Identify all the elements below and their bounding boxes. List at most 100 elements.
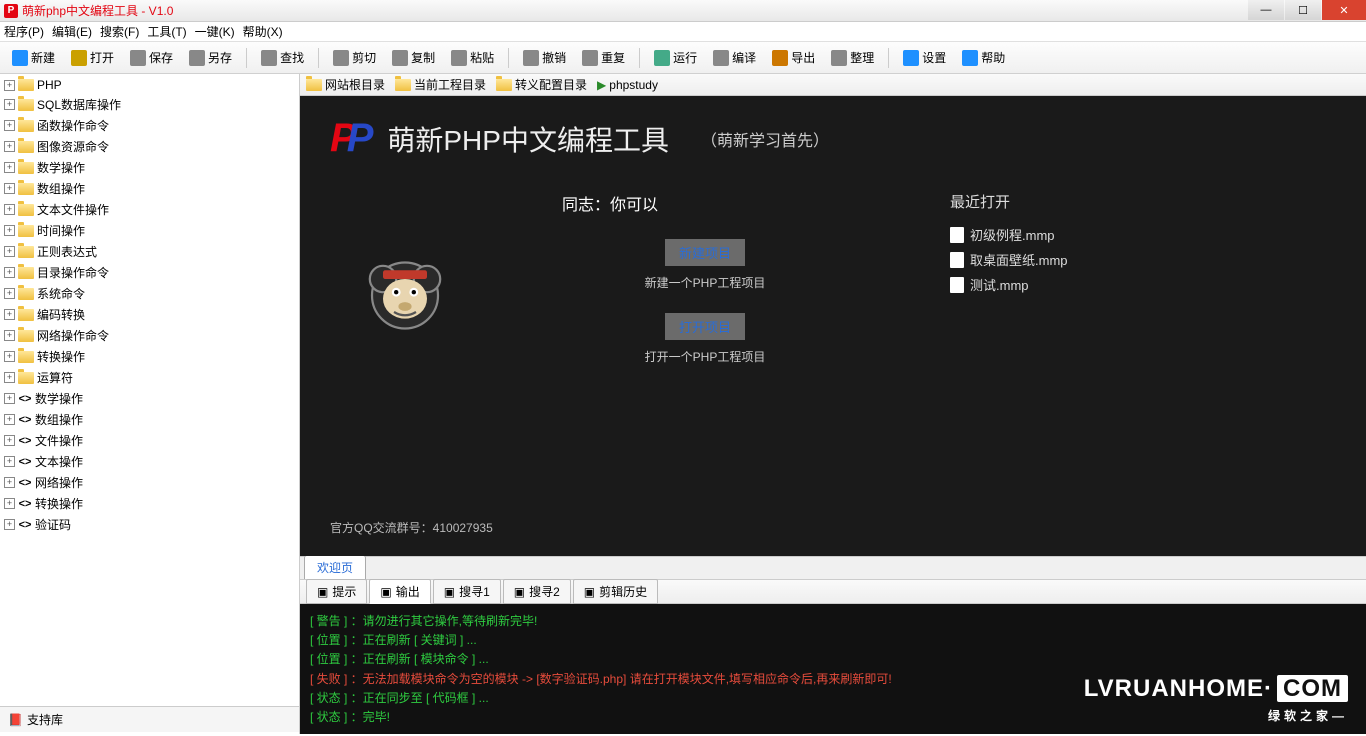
cut-button[interactable]: 剪切 bbox=[327, 46, 382, 69]
close-button[interactable]: ✕ bbox=[1322, 0, 1366, 20]
expander-icon[interactable]: + bbox=[4, 414, 15, 425]
path-item[interactable]: 当前工程目录 bbox=[395, 76, 486, 93]
folder-icon bbox=[496, 79, 512, 91]
tree-item[interactable]: +<>数学操作 bbox=[0, 388, 299, 409]
expander-icon[interactable]: + bbox=[4, 477, 15, 488]
tree-item[interactable]: +目录操作命令 bbox=[0, 262, 299, 283]
window-title: 萌新php中文编程工具 - V1.0 bbox=[22, 2, 1247, 19]
tree-item[interactable]: +转换操作 bbox=[0, 346, 299, 367]
tree-item[interactable]: +数学操作 bbox=[0, 157, 299, 178]
expander-icon[interactable]: + bbox=[4, 183, 15, 194]
new-button[interactable]: 新建 bbox=[6, 46, 61, 69]
expander-icon[interactable]: + bbox=[4, 435, 15, 446]
saveas-button[interactable]: 另存 bbox=[183, 46, 238, 69]
tree-item[interactable]: +<>文件操作 bbox=[0, 430, 299, 451]
expander-icon[interactable]: + bbox=[4, 456, 15, 467]
expander-icon[interactable]: + bbox=[4, 288, 15, 299]
paste-button[interactable]: 粘贴 bbox=[445, 46, 500, 69]
recent-item[interactable]: 测试.mmp bbox=[950, 272, 1068, 297]
menu-bar: 程序(P) 编辑(E) 搜索(F) 工具(T) 一键(K) 帮助(X) bbox=[0, 22, 1366, 42]
expander-icon[interactable]: + bbox=[4, 225, 15, 236]
menu-item[interactable]: 工具(T) bbox=[147, 23, 186, 40]
expander-icon[interactable]: + bbox=[4, 141, 15, 152]
folder-icon bbox=[18, 288, 34, 300]
new-project-button[interactable]: 新建项目 bbox=[665, 239, 745, 266]
expander-icon[interactable]: + bbox=[4, 80, 15, 91]
open-button[interactable]: 打开 bbox=[65, 46, 120, 69]
run-button[interactable]: 运行 bbox=[648, 46, 703, 69]
toolbar-label: 撤销 bbox=[542, 49, 566, 66]
menu-item[interactable]: 一键(K) bbox=[195, 23, 235, 40]
path-item[interactable]: 网站根目录 bbox=[306, 76, 385, 93]
expander-icon[interactable]: + bbox=[4, 204, 15, 215]
expander-icon[interactable]: + bbox=[4, 330, 15, 341]
tree-item[interactable]: +<>验证码 bbox=[0, 514, 299, 535]
bottom-tab[interactable]: ▣提示 bbox=[306, 579, 367, 604]
expander-icon[interactable]: + bbox=[4, 162, 15, 173]
expander-icon[interactable]: + bbox=[4, 267, 15, 278]
tree-item[interactable]: +文本文件操作 bbox=[0, 199, 299, 220]
tree-item[interactable]: +<>数组操作 bbox=[0, 409, 299, 430]
bottom-tab[interactable]: ▣输出 bbox=[369, 579, 430, 604]
tree-item[interactable]: +时间操作 bbox=[0, 220, 299, 241]
redo-button[interactable]: 重复 bbox=[576, 46, 631, 69]
expander-icon[interactable]: + bbox=[4, 498, 15, 509]
expander-icon[interactable]: + bbox=[4, 393, 15, 404]
console-output: [ 警告 ] ：请勿进行其它操作,等待刷新完毕![ 位置 ] ：正在刷新 [ 关… bbox=[300, 604, 1366, 734]
tree-item[interactable]: +PHP bbox=[0, 76, 299, 94]
menu-item[interactable]: 搜索(F) bbox=[100, 23, 139, 40]
expander-icon[interactable]: + bbox=[4, 309, 15, 320]
bottom-tab[interactable]: ▣搜寻2 bbox=[503, 579, 571, 604]
toolbar-label: 新建 bbox=[31, 49, 55, 66]
undo-button[interactable]: 撤销 bbox=[517, 46, 572, 69]
open-button-icon bbox=[71, 50, 87, 66]
tree-item[interactable]: +<>转换操作 bbox=[0, 493, 299, 514]
compile-button[interactable]: 编译 bbox=[707, 46, 762, 69]
recent-item[interactable]: 取桌面壁纸.mmp bbox=[950, 247, 1068, 272]
tree-item[interactable]: +数组操作 bbox=[0, 178, 299, 199]
menu-item[interactable]: 程序(P) bbox=[4, 23, 44, 40]
copy-button[interactable]: 复制 bbox=[386, 46, 441, 69]
menu-item[interactable]: 帮助(X) bbox=[243, 23, 283, 40]
expander-icon[interactable]: + bbox=[4, 372, 15, 383]
tree-item[interactable]: +函数操作命令 bbox=[0, 115, 299, 136]
save-button[interactable]: 保存 bbox=[124, 46, 179, 69]
bottom-tab[interactable]: ▣搜寻1 bbox=[433, 579, 501, 604]
open-project-button[interactable]: 打开项目 bbox=[665, 313, 745, 340]
path-label: 当前工程目录 bbox=[414, 76, 486, 93]
open-project-desc: 打开一个PHP工程项目 bbox=[645, 348, 766, 365]
tree-item[interactable]: +图像资源命令 bbox=[0, 136, 299, 157]
minimize-button[interactable]: — bbox=[1248, 0, 1284, 20]
tree-item[interactable]: +网络操作命令 bbox=[0, 325, 299, 346]
help-button[interactable]: 帮助 bbox=[956, 46, 1011, 69]
copy-button-icon bbox=[392, 50, 408, 66]
tab-welcome[interactable]: 欢迎页 bbox=[304, 555, 366, 579]
sidebar-support-lib[interactable]: 📕 支持库 bbox=[0, 706, 299, 732]
menu-item[interactable]: 编辑(E) bbox=[52, 23, 92, 40]
find-button[interactable]: 查找 bbox=[255, 46, 310, 69]
expander-icon[interactable]: + bbox=[4, 120, 15, 131]
path-item[interactable]: ▶phpstudy bbox=[597, 78, 658, 92]
code-icon: <> bbox=[18, 392, 32, 406]
export-button[interactable]: 导出 bbox=[766, 46, 821, 69]
path-item[interactable]: 转义配置目录 bbox=[496, 76, 587, 93]
expander-icon[interactable]: + bbox=[4, 519, 15, 530]
tree-item[interactable]: +SQL数据库操作 bbox=[0, 94, 299, 115]
tree-item[interactable]: +编码转换 bbox=[0, 304, 299, 325]
expander-icon[interactable]: + bbox=[4, 351, 15, 362]
settings-button[interactable]: 设置 bbox=[897, 46, 952, 69]
folder-icon bbox=[18, 267, 34, 279]
format-button[interactable]: 整理 bbox=[825, 46, 880, 69]
expander-icon[interactable]: + bbox=[4, 246, 15, 257]
tree-item[interactable]: +运算符 bbox=[0, 367, 299, 388]
tree-item[interactable]: +<>文本操作 bbox=[0, 451, 299, 472]
tree-item[interactable]: +系统命令 bbox=[0, 283, 299, 304]
toolbar-label: 保存 bbox=[149, 49, 173, 66]
tree-item[interactable]: +<>网络操作 bbox=[0, 472, 299, 493]
tree-item[interactable]: +正则表达式 bbox=[0, 241, 299, 262]
cut-button-icon bbox=[333, 50, 349, 66]
bottom-tab[interactable]: ▣剪辑历史 bbox=[573, 579, 658, 604]
recent-item[interactable]: 初级例程.mmp bbox=[950, 222, 1068, 247]
expander-icon[interactable]: + bbox=[4, 99, 15, 110]
maximize-button[interactable]: ☐ bbox=[1285, 0, 1321, 20]
